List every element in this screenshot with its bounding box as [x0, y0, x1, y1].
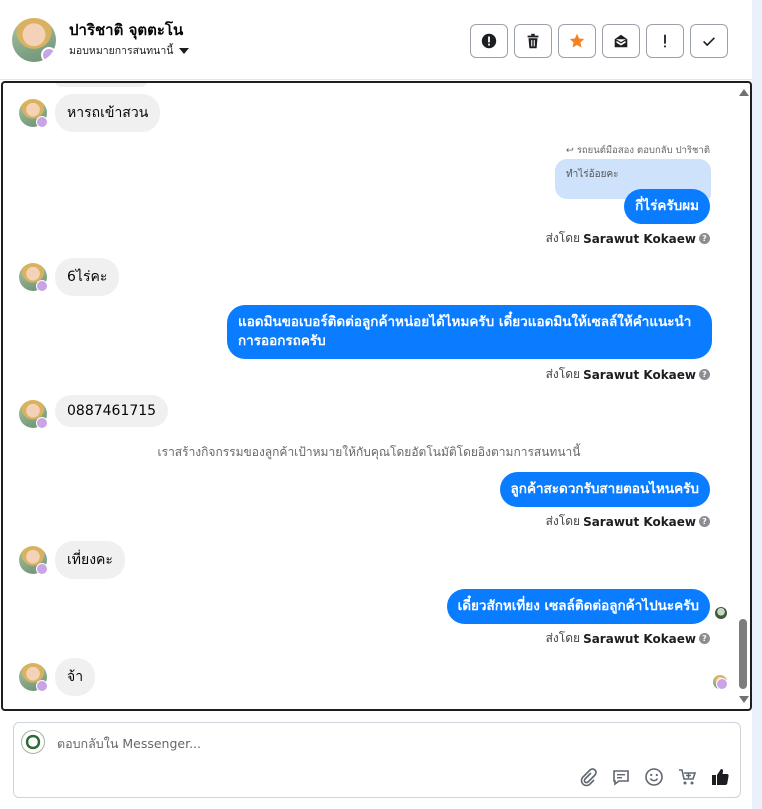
sent-by-prefix: ส่งโดย [545, 514, 581, 528]
incoming-message: 0887461715 [55, 395, 169, 427]
conversation-header: ปาริชาติ จุตตะโน มอบหมายการสนทนานี้ [0, 0, 752, 80]
help-icon[interactable]: ? [699, 369, 710, 380]
delete-button[interactable] [514, 24, 552, 58]
star-button[interactable] [558, 24, 596, 58]
help-icon[interactable]: ? [699, 516, 710, 527]
contact-avatar-small [19, 263, 48, 292]
help-icon[interactable]: ? [699, 233, 710, 244]
read-receipt-avatar [713, 675, 728, 690]
assign-conversation-dropdown[interactable]: มอบหมายการสนทนานี้ [69, 42, 190, 59]
window-edge [752, 0, 762, 809]
thumbs-up-icon[interactable] [710, 767, 730, 787]
trash-icon [527, 33, 539, 49]
composer-tools [578, 767, 730, 787]
alert-circle-icon [481, 33, 497, 49]
outgoing-message: แอดมินขอเบอร์ติดต่อลูกค้าหน่อยได้ไหมครับ… [227, 305, 712, 359]
sent-by-prefix: ส่งโดย [545, 367, 581, 381]
message-thread[interactable]: หารถเข้าสวน ↩ รถยนต์มือสอง ตอบกลับ ปาริช… [1, 81, 752, 711]
reply-composer [13, 722, 741, 798]
sent-by-agent: Sarawut Kokaew [583, 367, 696, 382]
mark-spam-button[interactable] [470, 24, 508, 58]
mark-unread-button[interactable] [602, 24, 640, 58]
contact-avatar-small [19, 400, 48, 429]
help-icon[interactable]: ? [699, 633, 710, 644]
star-icon [569, 33, 585, 48]
saved-reply-icon[interactable] [611, 767, 631, 787]
exclamation-icon [664, 34, 666, 48]
emoji-icon[interactable] [644, 767, 664, 787]
incoming-message: เที่ยงคะ [55, 541, 125, 579]
scrollbar[interactable] [736, 83, 750, 709]
outgoing-message: ลูกค้าสะดวกรับสายตอนไหนครับ [499, 472, 710, 507]
reply-meta: ↩ รถยนต์มือสอง ตอบกลับ ปาริชาติ [565, 145, 710, 156]
assign-label: มอบหมายการสนทนานี้ [69, 45, 174, 57]
incoming-message: จ้า [55, 658, 96, 696]
caret-down-icon [179, 47, 190, 54]
paperclip-icon[interactable] [578, 767, 598, 787]
follow-up-button[interactable] [646, 24, 684, 58]
truncated-message [55, 83, 147, 87]
cart-icon[interactable] [677, 767, 697, 787]
contact-avatar-small [19, 546, 48, 575]
envelope-icon [614, 34, 628, 48]
contact-avatar[interactable] [12, 18, 56, 62]
header-actions [470, 24, 728, 58]
scroll-thumb[interactable] [739, 619, 747, 689]
contact-name[interactable]: ปาริชาติ จุตตะโน [69, 18, 183, 42]
sent-by: ส่งโดย Sarawut Kokaew? [546, 629, 710, 648]
sent-by-agent: Sarawut Kokaew [583, 231, 696, 246]
outgoing-message: เดี๋ยวสักหเที่ยง เซลล์ติดต่อลูกค้าไปนะคร… [446, 589, 710, 624]
reply-meta-text: รถยนต์มือสอง ตอบกลับ ปาริชาติ [576, 145, 710, 156]
sent-by: ส่งโดย Sarawut Kokaew? [546, 229, 710, 248]
page-logo-icon [21, 730, 45, 754]
mark-done-button[interactable] [690, 24, 728, 58]
sent-by-agent: Sarawut Kokaew [583, 514, 696, 529]
incoming-message: 6ไร่คะ [55, 258, 120, 296]
sent-by: ส่งโดย Sarawut Kokaew? [546, 365, 710, 384]
outgoing-message: กี่ไร่ครับผม [624, 189, 710, 224]
system-note: เราสร้างกิจกรรมของลูกค้าเป้าหมายให้กับคุ… [157, 445, 581, 459]
sent-by-agent: Sarawut Kokaew [583, 631, 696, 646]
check-icon [703, 37, 715, 47]
incoming-message: หารถเข้าสวน [55, 94, 161, 132]
scroll-down-icon[interactable] [739, 696, 749, 703]
contact-avatar-small [19, 99, 48, 128]
sent-by: ส่งโดย Sarawut Kokaew? [546, 512, 710, 531]
seen-indicator-icon [715, 607, 727, 619]
sent-by-prefix: ส่งโดย [545, 231, 581, 245]
reply-input[interactable] [57, 736, 557, 751]
avatar-badge [41, 47, 56, 62]
sent-by-prefix: ส่งโดย [545, 631, 581, 645]
contact-avatar-small [19, 663, 48, 692]
scroll-up-icon[interactable] [739, 89, 749, 96]
conversation-panel: ปาริชาติ จุตตะโน มอบหมายการสนทนานี้ หารถ… [0, 0, 752, 809]
